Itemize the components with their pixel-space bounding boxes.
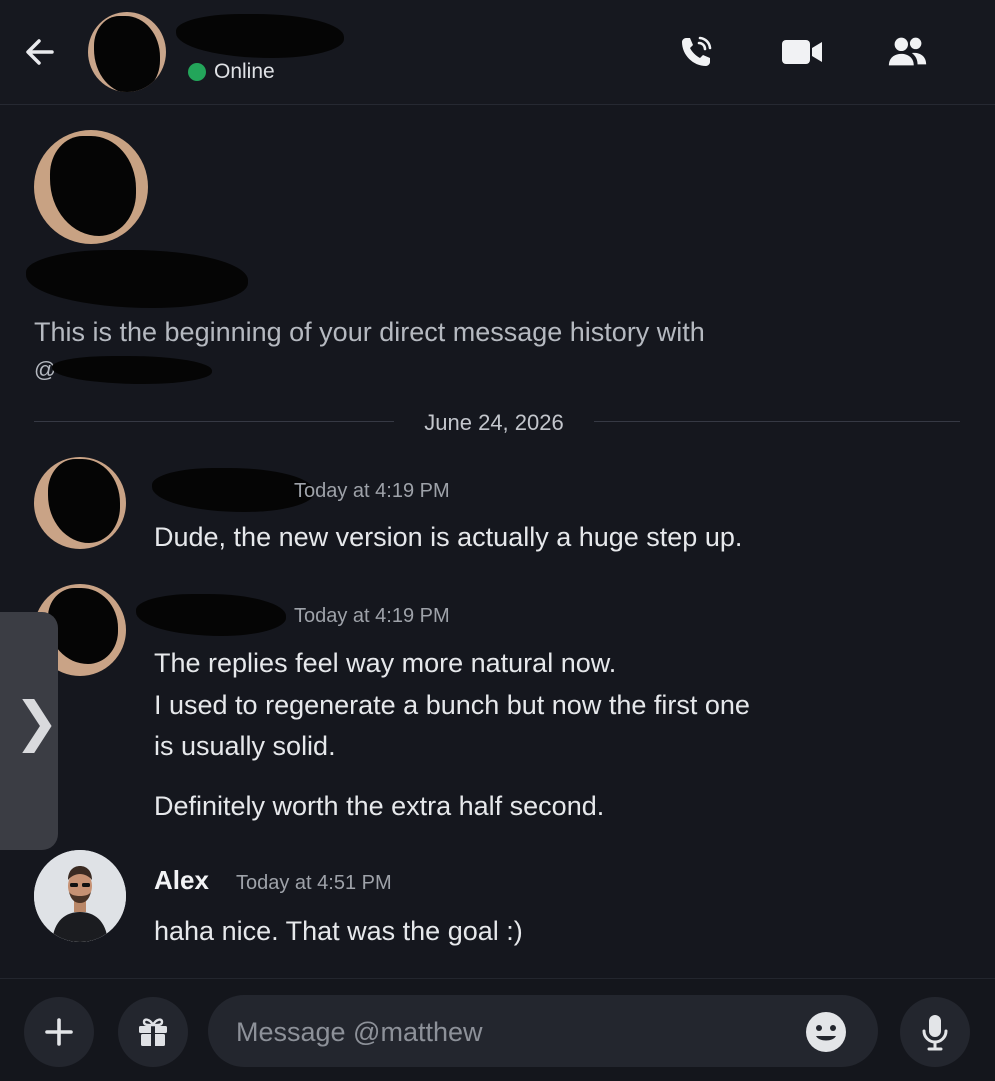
dm-history-intro-label: This is the beginning of your direct mes… <box>34 317 705 347</box>
gift-button[interactable] <box>118 997 188 1067</box>
date-divider-label: June 24, 2026 <box>424 410 564 435</box>
members-icon[interactable] <box>886 30 930 74</box>
message-avatar[interactable] <box>34 457 126 549</box>
message-author[interactable]: Alex <box>154 865 209 896</box>
author-name-redaction <box>136 594 286 636</box>
online-status-dot <box>188 63 206 81</box>
avatar-redaction <box>48 459 120 543</box>
video-camera-icon[interactable] <box>780 30 824 74</box>
message-text: I used to regenerate a bunch but now the… <box>154 690 750 720</box>
message-text: haha nice. That was the goal :) <box>154 916 523 946</box>
message-avatar[interactable] <box>34 850 126 942</box>
alex-avatar-photo <box>34 850 126 942</box>
author-name-redaction <box>152 468 314 512</box>
plus-icon <box>45 1018 73 1046</box>
intro-avatar <box>34 130 148 244</box>
message-text: The replies feel way more natural now. <box>154 648 617 678</box>
message-timestamp: Today at 4:19 PM <box>294 480 450 502</box>
avatar-redaction <box>48 588 118 664</box>
chevron-right-icon[interactable]: ❯ <box>14 690 59 753</box>
back-arrow-icon[interactable] <box>22 34 58 70</box>
message-input-container <box>208 995 878 1069</box>
message-text: is usually solid. <box>154 731 336 761</box>
add-attachment-button[interactable] <box>24 997 94 1067</box>
message-input[interactable] <box>234 995 798 1069</box>
online-status-text: Online <box>214 60 275 83</box>
voice-message-button[interactable] <box>900 997 970 1067</box>
gift-icon <box>139 1018 167 1046</box>
avatar-redaction <box>94 16 160 92</box>
emoji-icon[interactable] <box>800 1006 852 1058</box>
avatar-redaction <box>50 136 136 236</box>
message-text: Dude, the new version is actually a huge… <box>154 522 743 552</box>
voice-call-icon[interactable] <box>674 30 718 74</box>
microphone-icon <box>922 1015 948 1051</box>
message-timestamp: Today at 4:51 PM <box>236 872 392 894</box>
message-timestamp: Today at 4:19 PM <box>294 605 450 627</box>
message-text: Definitely worth the extra half second. <box>154 791 605 821</box>
date-divider-line-left <box>34 421 394 422</box>
contact-avatar[interactable] <box>88 12 166 92</box>
intro-name-redaction <box>26 250 248 308</box>
date-divider-line-right <box>594 421 960 422</box>
